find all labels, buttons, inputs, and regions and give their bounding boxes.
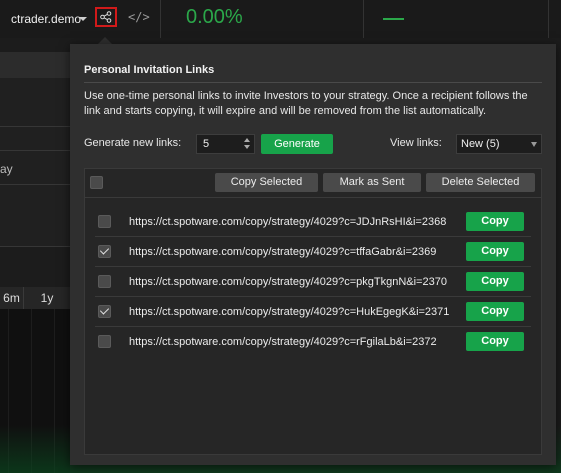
chevron-down-icon xyxy=(531,142,537,147)
copy-selected-button[interactable]: Copy Selected xyxy=(215,173,318,192)
generate-count-value: 5 xyxy=(203,138,210,150)
divider xyxy=(0,126,70,127)
timeframe-1y[interactable]: 1y xyxy=(24,287,71,309)
divider xyxy=(548,0,549,38)
popup-description: Use one-time personal links to invite In… xyxy=(84,90,528,117)
divider xyxy=(160,0,161,38)
share-icon xyxy=(100,11,112,23)
view-links-value: New (5) xyxy=(461,138,500,150)
invitation-link[interactable]: https://ct.spotware.com/copy/strategy/40… xyxy=(129,276,447,288)
chevron-down-icon[interactable] xyxy=(79,17,87,21)
list-item: https://ct.spotware.com/copy/strategy/40… xyxy=(85,267,541,297)
divider xyxy=(363,0,364,38)
divider xyxy=(84,82,542,83)
timeframe-bar: 6m 1y xyxy=(0,287,71,309)
row-checkbox[interactable] xyxy=(98,305,111,318)
mark-as-sent-button[interactable]: Mark as Sent xyxy=(323,173,421,192)
row-checkbox[interactable] xyxy=(98,275,111,288)
background-header xyxy=(0,52,70,78)
copy-button[interactable]: Copy xyxy=(466,302,524,321)
quantity-stepper[interactable] xyxy=(242,137,252,151)
code-icon[interactable]: </> xyxy=(128,10,150,24)
invitation-link[interactable]: https://ct.spotware.com/copy/strategy/40… xyxy=(129,246,436,258)
generate-count-input[interactable]: 5 xyxy=(196,134,255,154)
list-item: https://ct.spotware.com/copy/strategy/40… xyxy=(85,207,541,237)
select-all-checkbox[interactable] xyxy=(90,176,103,189)
list-item: https://ct.spotware.com/copy/strategy/40… xyxy=(85,297,541,327)
invitation-link[interactable]: https://ct.spotware.com/copy/strategy/40… xyxy=(129,336,437,348)
generate-label: Generate new links: xyxy=(84,137,182,149)
row-checkbox[interactable] xyxy=(98,245,111,258)
row-checkbox[interactable] xyxy=(98,215,111,228)
empty-value-dash xyxy=(383,18,404,20)
copy-button[interactable]: Copy xyxy=(466,242,524,261)
background-text: ay xyxy=(0,162,13,176)
copy-button[interactable]: Copy xyxy=(466,212,524,231)
copy-button[interactable]: Copy xyxy=(466,272,524,291)
invitation-link[interactable]: https://ct.spotware.com/copy/strategy/40… xyxy=(129,216,446,228)
generate-button[interactable]: Generate xyxy=(261,134,333,154)
top-bar: ctrader.demo </> 0.00% xyxy=(0,0,561,38)
return-percent: 0.00% xyxy=(186,6,243,28)
delete-selected-button[interactable]: Delete Selected xyxy=(426,173,535,192)
copy-button[interactable]: Copy xyxy=(466,332,524,351)
view-links-select[interactable]: New (5) xyxy=(456,134,542,154)
divider xyxy=(0,184,70,185)
stepper-down-icon[interactable] xyxy=(244,145,250,149)
invitation-links-popup: Personal Invitation Links Use one-time p… xyxy=(70,44,556,465)
popup-title: Personal Invitation Links xyxy=(84,64,215,76)
row-checkbox[interactable] xyxy=(98,335,111,348)
list-toolbar: Copy Selected Mark as Sent Delete Select… xyxy=(85,169,541,198)
share-button[interactable] xyxy=(95,7,117,27)
invitation-link[interactable]: https://ct.spotware.com/copy/strategy/40… xyxy=(129,306,449,318)
view-links-label: View links: xyxy=(390,137,442,149)
divider xyxy=(0,246,70,247)
links-list: Copy Selected Mark as Sent Delete Select… xyxy=(84,168,542,455)
list-item: https://ct.spotware.com/copy/strategy/40… xyxy=(85,237,541,267)
account-name[interactable]: ctrader.demo xyxy=(11,12,81,26)
list-item: https://ct.spotware.com/copy/strategy/40… xyxy=(85,327,541,357)
stepper-up-icon[interactable] xyxy=(244,138,250,142)
timeframe-6m[interactable]: 6m xyxy=(0,287,24,309)
divider xyxy=(0,150,70,151)
